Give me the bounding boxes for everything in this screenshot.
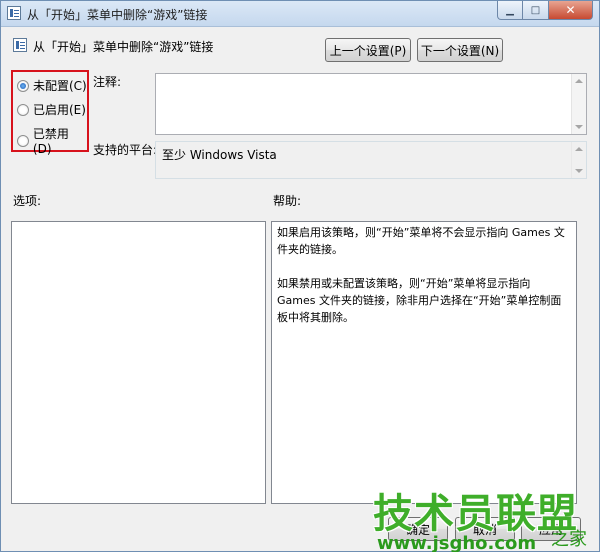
minimize-icon: ▁: [506, 4, 514, 16]
scroll-down-icon[interactable]: [575, 169, 583, 173]
radio-not-configured[interactable]: 未配置(C): [17, 77, 87, 94]
close-icon: ✕: [565, 3, 576, 17]
previous-setting-button[interactable]: 上一个设置(P): [325, 38, 411, 62]
maximize-icon: □: [530, 4, 541, 16]
help-paragraph: 如果禁用或未配置该策略，则“开始”菜单将显示指向 Games 文件夹的链接，除非…: [277, 277, 562, 324]
title-bar[interactable]: 从「开始」菜单中删除“游戏”链接 ▁ □ ✕: [1, 1, 599, 27]
options-label: 选项:: [13, 194, 42, 208]
options-panel: [11, 221, 266, 504]
policy-setting-icon: [13, 38, 27, 52]
radio-label: 已启用(E): [33, 103, 86, 117]
platform-scrollbar[interactable]: [571, 142, 586, 178]
caption-buttons: ▁ □ ✕: [497, 1, 593, 21]
policy-name: 从「开始」菜单中删除“游戏”链接: [33, 40, 214, 54]
close-button[interactable]: ✕: [549, 1, 593, 20]
scroll-up-icon[interactable]: [575, 147, 583, 151]
radio-button[interactable]: [17, 134, 29, 147]
comment-label: 注释:: [93, 75, 122, 89]
comment-textarea[interactable]: [155, 73, 587, 135]
radio-button[interactable]: [17, 79, 29, 92]
platform-value: 至少 Windows Vista: [162, 148, 277, 162]
state-radio-group: 未配置(C) 已启用(E) 已禁用(D): [11, 70, 89, 156]
policy-setting-icon: [7, 6, 21, 20]
maximize-button[interactable]: □: [523, 1, 549, 20]
radio-enabled[interactable]: 已启用(E): [17, 101, 86, 118]
scroll-up-icon[interactable]: [575, 79, 583, 83]
platform-label: 支持的平台:: [93, 143, 158, 157]
minimize-button[interactable]: ▁: [497, 1, 523, 20]
apply-button[interactable]: 应用: [521, 517, 581, 541]
cancel-button[interactable]: 取消: [455, 517, 515, 541]
policy-settings-window: 从「开始」菜单中删除“游戏”链接 ▁ □ ✕ 从「开始」菜单中删除“游戏”链接 …: [0, 0, 600, 552]
radio-disabled[interactable]: 已禁用(D): [17, 125, 87, 156]
platform-field: 至少 Windows Vista: [155, 141, 587, 179]
scroll-down-icon[interactable]: [575, 125, 583, 129]
help-paragraph: 如果启用该策略，则“开始”菜单将不会显示指向 Games 文件夹的链接。: [277, 226, 565, 256]
next-setting-button[interactable]: 下一个设置(N): [417, 38, 503, 62]
window-title: 从「开始」菜单中删除“游戏”链接: [27, 8, 208, 22]
radio-label: 已禁用(D): [32, 127, 69, 156]
radio-label: 未配置(C): [33, 79, 87, 93]
radio-button[interactable]: [17, 103, 29, 116]
help-label: 帮助:: [273, 194, 302, 208]
help-panel: 如果启用该策略，则“开始”菜单将不会显示指向 Games 文件夹的链接。 如果禁…: [271, 221, 577, 504]
ok-button[interactable]: 确定: [388, 517, 448, 541]
comment-scrollbar[interactable]: [571, 74, 586, 134]
